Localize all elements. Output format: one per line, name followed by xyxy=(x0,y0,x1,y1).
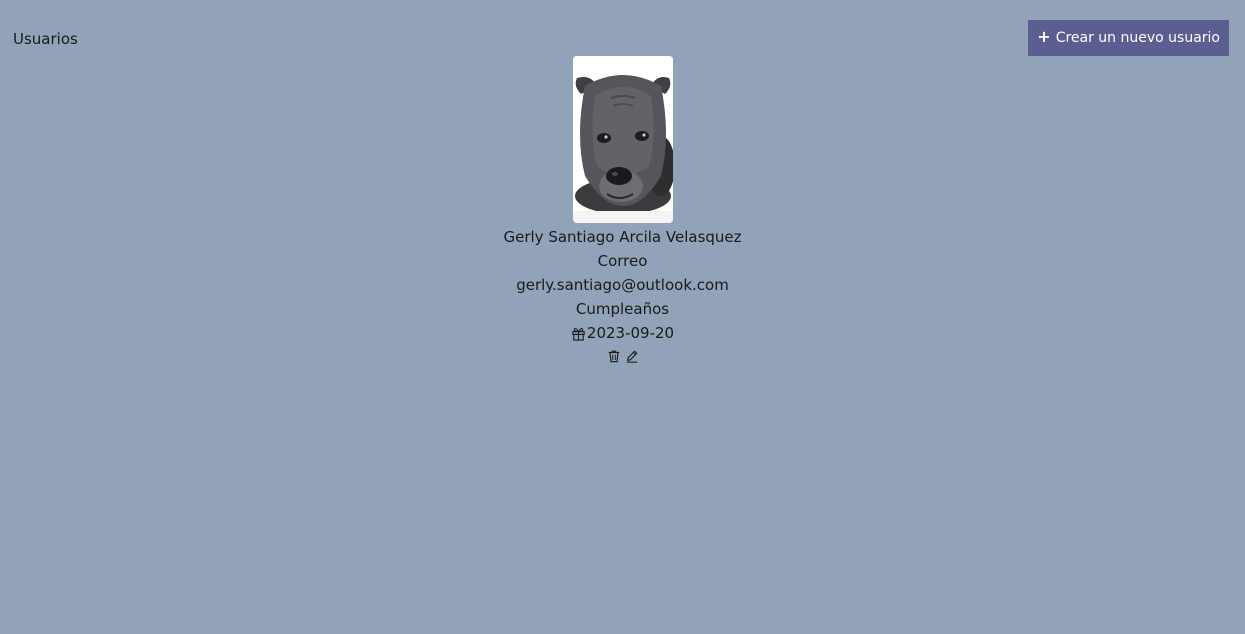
dog-photo xyxy=(572,56,673,223)
avatar xyxy=(572,56,673,223)
plus-icon: + xyxy=(1037,26,1051,46)
user-name: Gerly Santiago Arcila Velasquez xyxy=(503,228,742,246)
trash-icon[interactable] xyxy=(607,349,621,363)
pencil-icon[interactable] xyxy=(625,349,639,363)
create-user-button-label: Crear un nuevo usuario xyxy=(1055,30,1220,46)
user-actions xyxy=(607,345,639,367)
email-label: Correo xyxy=(597,252,648,270)
user-card: Gerly Santiago Arcila Velasquez Correo g… xyxy=(0,56,1245,367)
birthday-row: 2023-09-20 xyxy=(571,321,674,345)
page-title: Usuarios xyxy=(13,30,78,48)
user-email: gerly.santiago@outlook.com xyxy=(516,276,729,294)
birthday-label: Cumpleaños xyxy=(575,300,670,318)
user-birthday: 2023-09-20 xyxy=(586,324,675,342)
gift-icon xyxy=(572,327,585,341)
create-user-button[interactable]: + Crear un nuevo usuario xyxy=(1028,20,1229,56)
users-page: Usuarios + Crear un nuevo usuario Gerly … xyxy=(0,0,1245,634)
